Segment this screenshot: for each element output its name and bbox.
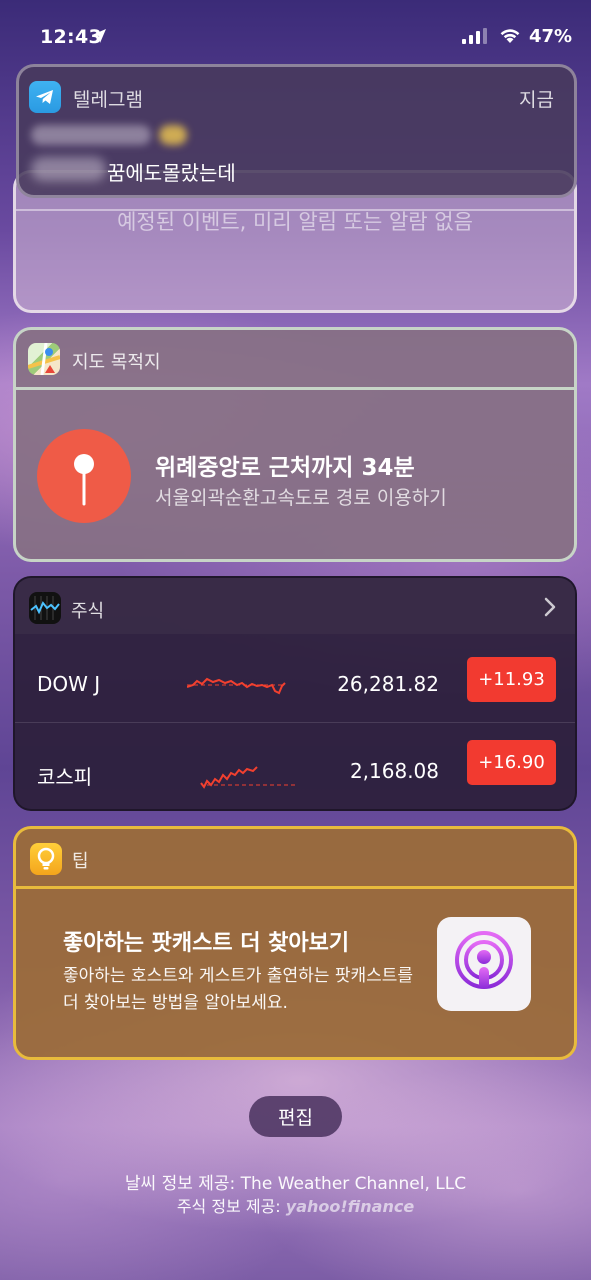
tips-widget-title: 팁 <box>72 851 89 872</box>
stock-change-button[interactable]: +11.93 <box>467 657 556 702</box>
stock-name: DOW J <box>37 672 101 696</box>
route-subtitle: 서울외곽순환고속도로 경로 이용하기 <box>155 487 447 509</box>
stock-price: 2,168.08 <box>349 759 439 783</box>
notification-time: 지금 <box>519 89 554 111</box>
chevron-right-icon[interactable] <box>543 596 557 618</box>
tips-header: 팁 <box>16 829 574 889</box>
stock-price: 26,281.82 <box>337 672 439 696</box>
stock-row-kospi[interactable]: 코스피 2,168.08 +16.90 <box>15 722 575 808</box>
tip-heading: 좋아하는 팟캐스트 더 찾아보기 <box>63 931 350 956</box>
calendar-empty-message: 예정된 이벤트, 미리 알림 또는 알람 없음 <box>117 210 473 234</box>
stocks-icon <box>29 592 61 624</box>
notification-message: 꿈에도몰랐는데 <box>107 161 236 185</box>
weather-credit: 날씨 정보 제공: The Weather Channel, LLC <box>124 1174 467 1194</box>
blurred-text <box>31 157 106 181</box>
maps-header: 지도 목적지 <box>16 330 574 390</box>
stock-change-button[interactable]: +16.90 <box>467 740 556 785</box>
stocks-widget-title: 주식 <box>71 601 105 622</box>
blurred-emoji <box>159 125 187 145</box>
notification-app-name: 텔레그램 <box>73 89 143 111</box>
battery-percentage: 47% <box>529 26 573 47</box>
stocks-credit-prefix: 주식 정보 제공: <box>176 1197 286 1216</box>
maps-widget-title: 지도 목적지 <box>72 352 161 373</box>
edit-button[interactable]: 편집 <box>249 1096 342 1137</box>
stock-name: 코스피 <box>37 765 93 789</box>
stocks-widget[interactable]: 주식 DOW J 26,281.82 +11.93 코스피 2,168.08 +… <box>13 576 577 811</box>
route-title: 위례중앙로 근처까지 34분 <box>155 455 415 481</box>
stock-sparkline <box>187 677 286 695</box>
telegram-icon <box>29 81 61 113</box>
status-bar: 12:43 47% <box>0 0 591 72</box>
tips-widget[interactable]: 팁 좋아하는 팟캐스트 더 찾아보기 좋아하는 호스트와 게스트가 출연하는 팟… <box>13 826 577 1060</box>
cellular-signal-icon <box>462 28 487 44</box>
tip-body: 좋아하는 호스트와 게스트가 출연하는 팟캐스트를 더 찾아보는 방법을 알아보… <box>63 966 414 1013</box>
stock-sparkline <box>200 766 295 789</box>
map-pin-icon <box>37 429 131 523</box>
maps-widget[interactable]: 지도 목적지 위례중앙로 근처까지 34분 서울외곽순환고속도로 경로 이용하기 <box>13 327 577 562</box>
maps-icon <box>28 343 60 375</box>
stock-row-dow[interactable]: DOW J 26,281.82 +11.93 <box>15 639 575 724</box>
podcasts-icon[interactable] <box>437 917 531 1011</box>
location-arrow-icon <box>92 29 106 43</box>
blurred-sender <box>31 125 151 145</box>
stocks-header: 주식 <box>15 578 575 634</box>
yahoo-finance-logo[interactable]: yahoo!finance <box>286 1197 414 1216</box>
wifi-icon <box>500 29 520 43</box>
telegram-notification[interactable]: 텔레그램 지금 꿈에도몰랐는데 <box>16 64 577 198</box>
stocks-credit: 주식 정보 제공: yahoo!finance <box>0 1193 591 1217</box>
lightbulb-icon <box>30 843 62 875</box>
